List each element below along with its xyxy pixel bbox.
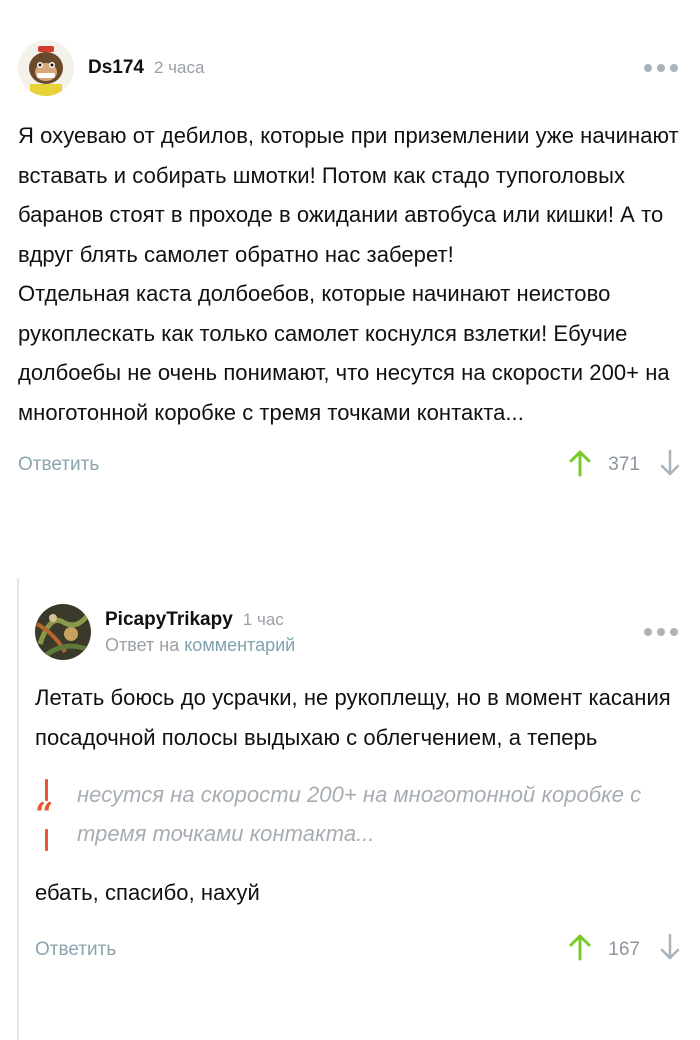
- reply-button[interactable]: Ответить: [18, 454, 99, 476]
- username[interactable]: Ds174: [88, 57, 144, 79]
- rating: 371: [568, 449, 682, 482]
- comment-paragraph: Летать боюсь до усрачки, не рукоплещу, н…: [35, 685, 671, 750]
- rating-count: 371: [608, 454, 640, 475]
- comment-paragraph: ебать, спасибо, нахуй: [35, 880, 260, 905]
- comment-body: Летать боюсь до усрачки, не рукоплещу, н…: [35, 678, 682, 913]
- more-dots-icon[interactable]: [644, 64, 682, 72]
- downvote-arrow-icon[interactable]: [658, 933, 682, 966]
- upvote-arrow-icon[interactable]: [568, 449, 592, 482]
- more-dots-icon[interactable]: [644, 628, 682, 636]
- comment-header: Ds174 2 часа: [18, 38, 682, 98]
- reply-to-line: Ответ на комментарий: [105, 635, 295, 656]
- username[interactable]: PicapyTrikapy: [105, 609, 233, 631]
- reply-to-prefix: Ответ на: [105, 634, 180, 655]
- comment-actions: Ответить 371: [18, 449, 682, 482]
- comment-time: 2 часа: [154, 58, 205, 77]
- quote-block: “ несутся на скорости 200+ на многотонно…: [35, 775, 682, 853]
- comment: Ds174 2 часа Я охуеваю от дебилов, котор…: [18, 38, 682, 480]
- avatar[interactable]: [35, 604, 91, 660]
- upvote-arrow-icon[interactable]: [568, 933, 592, 966]
- comment-paragraph: Отдельная каста долбоебов, которые начин…: [18, 281, 670, 425]
- author-block: PicapyTrikapy 1 час Ответ на комментарий: [105, 609, 295, 656]
- comment-paragraph: Я охуеваю от дебилов, которые при призем…: [18, 123, 679, 267]
- comment-header: PicapyTrikapy 1 час Ответ на комментарий: [35, 602, 682, 662]
- thread-line[interactable]: [17, 578, 19, 1040]
- reply-button[interactable]: Ответить: [35, 939, 116, 961]
- comment-actions: Ответить 167: [35, 933, 682, 966]
- comment-reply: PicapyTrikapy 1 час Ответ на комментарий…: [35, 602, 682, 965]
- downvote-arrow-icon[interactable]: [658, 449, 682, 482]
- comment-time: 1 час: [242, 609, 284, 629]
- avatar[interactable]: [18, 40, 74, 96]
- rating: 167: [568, 933, 682, 966]
- rating-count: 167: [608, 938, 640, 960]
- quote-text: несутся на скорости 200+ на многотонной …: [77, 782, 642, 846]
- quote-icon: “: [35, 795, 54, 833]
- reply-to-link[interactable]: комментарий: [184, 635, 295, 655]
- comment-body: Я охуеваю от дебилов, которые при призем…: [18, 116, 682, 432]
